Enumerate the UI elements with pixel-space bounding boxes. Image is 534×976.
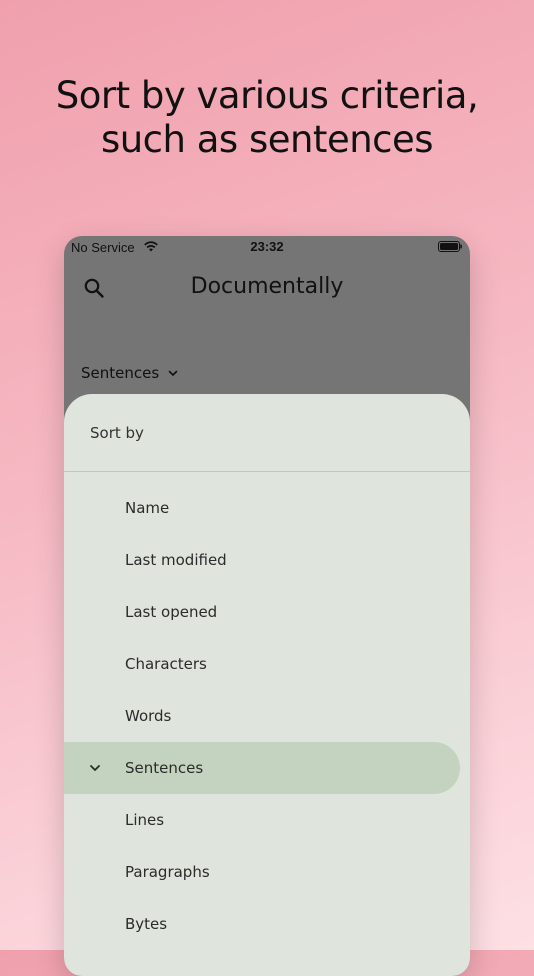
sort-bottom-sheet: Sort by Name Last modified Last opened C… [64, 394, 470, 976]
sort-option-last-modified[interactable]: Last modified [64, 534, 470, 586]
sort-option-sentences[interactable]: Sentences [64, 742, 460, 794]
promo-headline: Sort by various criteria, such as senten… [0, 74, 534, 162]
sort-option-lines[interactable]: Lines [64, 794, 470, 846]
sort-dropdown-label: Sentences [81, 364, 160, 382]
sort-options-list: Name Last modified Last opened Character… [64, 482, 470, 950]
sort-option-paragraphs[interactable]: Paragraphs [64, 846, 470, 898]
sort-option-name[interactable]: Name [64, 482, 470, 534]
app-title: Documentally [190, 274, 344, 299]
sheet-divider [64, 471, 470, 472]
sort-option-words[interactable]: Words [64, 690, 470, 742]
sort-option-label: Characters [125, 655, 207, 673]
sort-option-label: Bytes [125, 915, 168, 933]
chevron-down-icon [168, 370, 178, 376]
promo-headline-line-1: Sort by various criteria, [55, 74, 479, 117]
sort-option-last-opened[interactable]: Last opened [64, 586, 470, 638]
sort-option-label: Sentences [125, 759, 204, 777]
sort-option-label: Name [125, 499, 170, 517]
sort-option-label: Paragraphs [125, 863, 210, 881]
status-bar: No Service 23:32 [64, 236, 470, 258]
sheet-title: Sort by [90, 424, 144, 442]
sort-option-label: Last opened [125, 603, 218, 621]
sort-option-label: Lines [125, 811, 165, 829]
chevron-down-icon [90, 765, 100, 771]
status-time: 23:32 [250, 239, 284, 254]
sort-option-characters[interactable]: Characters [64, 638, 470, 690]
battery-icon [438, 241, 462, 252]
sort-option-bytes[interactable]: Bytes [64, 898, 470, 950]
phone-screen: No Service 23:32 Documentally Sentences … [64, 236, 470, 976]
sort-option-label: Last modified [125, 551, 227, 569]
sort-dropdown[interactable]: Sentences [81, 364, 179, 382]
promo-headline-line-2: such as sentences [100, 118, 434, 161]
sort-option-label: Words [125, 707, 172, 725]
